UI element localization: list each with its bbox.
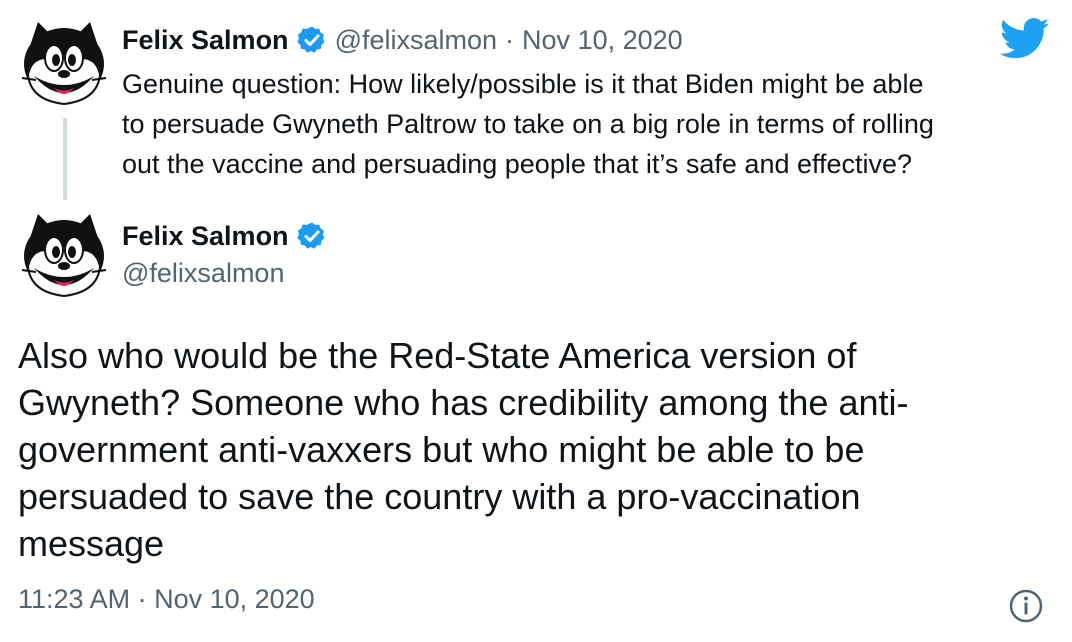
info-icon[interactable] <box>1008 588 1044 624</box>
tweet-date[interactable]: Nov 10, 2020 <box>522 25 683 56</box>
tweet-timestamp[interactable]: 11:23 AM · Nov 10, 2020 <box>18 584 315 615</box>
author-handle[interactable]: @felixsalmon <box>122 258 284 289</box>
verified-badge-icon <box>296 25 326 55</box>
author-name[interactable]: Felix Salmon <box>122 25 289 56</box>
author-handle[interactable]: @felixsalmon <box>335 25 497 56</box>
author-name[interactable]: Felix Salmon <box>122 221 289 252</box>
tweet-text-line: Also who would be the Red-State America … <box>18 335 857 376</box>
tweet-text-line: Genuine question: How likely/possible is… <box>122 69 924 99</box>
tweet-text-line: Gwyneth? Someone who has credibility amo… <box>18 382 909 423</box>
tweet-text-line: message <box>18 523 165 564</box>
tweet-text-line: out the vaccine and persuading people th… <box>122 149 913 179</box>
separator: · <box>505 24 515 55</box>
main-tweet-text: Also who would be the Red-State America … <box>18 332 1058 567</box>
main-tweet-author: Felix Salmon <box>122 216 335 256</box>
tweet-text-line: persuaded to save the country with a pro… <box>18 476 861 517</box>
verified-badge-icon <box>296 221 326 251</box>
parent-tweet-text: Genuine question: How likely/possible is… <box>122 64 1057 184</box>
tweet-text-line: to persuade Gwyneth Paltrow to take on a… <box>122 109 934 139</box>
twitter-bird-icon[interactable] <box>1000 18 1050 60</box>
avatar[interactable] <box>18 18 110 110</box>
tweet-text-line: government anti-vaxxers but who might be… <box>18 429 865 470</box>
avatar[interactable] <box>18 210 110 302</box>
parent-tweet-header: Felix Salmon @felixsalmon · Nov 10, 2020 <box>122 22 683 58</box>
thread-connector-line <box>63 118 67 200</box>
